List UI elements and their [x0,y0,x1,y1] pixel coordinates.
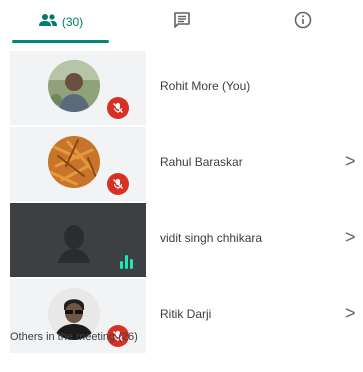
speaking-indicator-icon [116,249,136,269]
participant-row[interactable]: Rahul Baraskar > [10,127,363,201]
participant-row[interactable]: vidit singh chhikara > [10,203,363,277]
people-icon [38,13,58,32]
participant-row[interactable]: Rohit More (You) [10,51,363,125]
chat-icon [173,11,191,34]
mic-off-icon [107,173,129,195]
chevron-right-icon[interactable]: > [345,303,356,324]
avatar [48,136,100,188]
participant-name: Rahul Baraskar [160,155,243,169]
tab-people[interactable]: (30) [0,0,121,44]
chevron-right-icon[interactable]: > [345,227,356,248]
tab-info[interactable] [242,0,363,44]
video-feed [54,217,94,263]
participant-name: vidit singh chhikara [160,231,263,245]
tab-chat[interactable] [121,0,242,44]
mic-off-icon [107,97,129,119]
participant-name: Ritik Darji [160,307,212,321]
participant-name: Rohit More (You) [160,79,251,93]
info-icon [294,11,312,34]
tab-bar: (30) [0,0,363,44]
avatar [48,60,100,112]
chevron-right-icon[interactable]: > [345,151,356,172]
people-count: (30) [61,15,84,29]
active-tab-indicator [12,40,109,43]
others-in-meeting-label: Others in the meeting (26) [10,331,138,343]
